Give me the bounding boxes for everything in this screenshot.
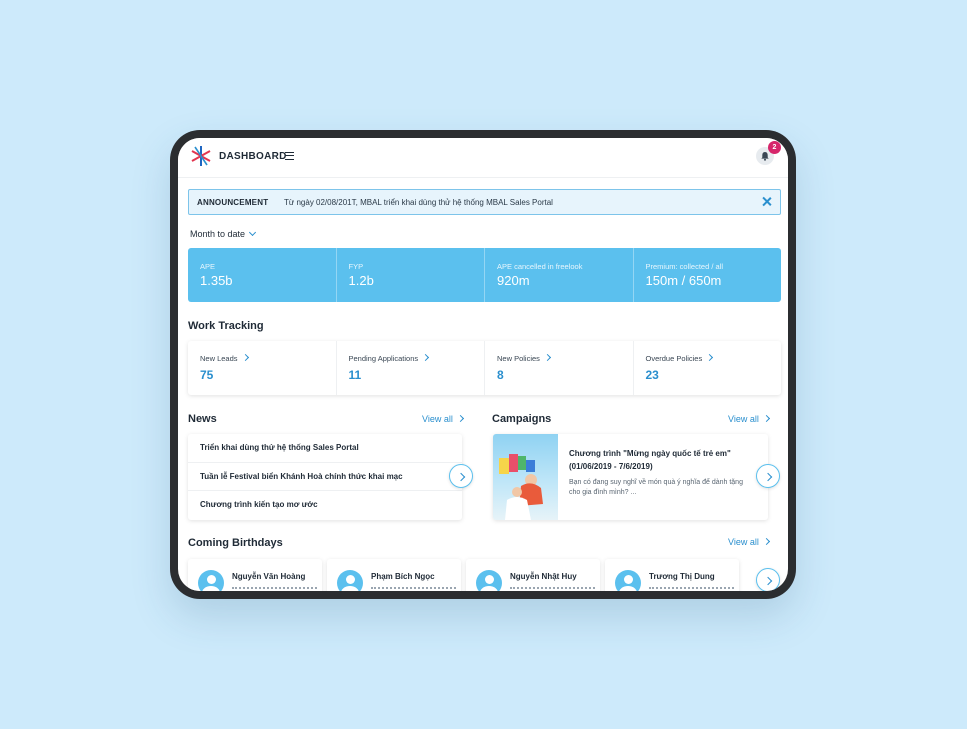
hamburger-menu-icon[interactable]: [285, 152, 294, 160]
birthday-details-placeholder: [649, 587, 734, 591]
kpi-label: APE: [200, 262, 216, 271]
news-view-all-link[interactable]: View all: [422, 414, 464, 424]
kpi-premium: Premium: collected / all 150m / 650m: [634, 248, 782, 302]
company-logo: [191, 146, 211, 166]
birthday-name: Nguyễn Nhật Huy: [510, 572, 577, 581]
close-icon[interactable]: [761, 196, 773, 208]
birthday-details-placeholder: [371, 587, 456, 591]
track-value: 11: [348, 368, 362, 382]
avatar: [337, 570, 363, 591]
track-label: Overdue Policies: [645, 354, 703, 363]
notifications-button[interactable]: 2: [756, 141, 781, 165]
app-screen: DASHBOARD 2 ANNOUNCEMENT Từ ngày 02/08/2…: [178, 138, 788, 591]
birthday-card[interactable]: Phạm Bích Ngọc: [327, 559, 461, 591]
track-new-leads[interactable]: New Leads 75: [188, 341, 337, 395]
view-all-label: View all: [728, 414, 759, 424]
birthdays-view-all-link[interactable]: View all: [728, 537, 770, 547]
announcement-label: ANNOUNCEMENT: [197, 198, 269, 207]
birthday-details-placeholder: [510, 587, 595, 591]
view-all-label: View all: [422, 414, 453, 424]
page-title: DASHBOARD: [219, 151, 287, 162]
chevron-right-icon: [762, 414, 770, 423]
kpi-fyp: FYP 1.2b: [337, 248, 485, 302]
birthday-card[interactable]: Nguyễn Nhật Huy: [466, 559, 600, 591]
track-label-wrap: New Policies: [497, 353, 551, 363]
news-item[interactable]: Chương trình kiến tạo mơ ước: [188, 491, 462, 520]
avatar: [198, 570, 224, 591]
chevron-right-icon: [422, 353, 430, 362]
track-label-wrap: Pending Applications: [348, 353, 430, 363]
campaigns-view-all-link[interactable]: View all: [728, 414, 770, 424]
announcement-text: Từ ngày 02/08/201T, MBAL triển khai dùng…: [284, 198, 553, 207]
news-title: News: [188, 413, 217, 425]
birthday-card[interactable]: Trương Thị Dung: [605, 559, 739, 591]
track-label: Pending Applications: [348, 354, 419, 363]
kpi-value: 1.35b: [200, 273, 233, 288]
campaign-photo-illustration: [499, 454, 543, 520]
birthday-name: Phạm Bích Ngọc: [371, 572, 435, 581]
kpi-ape: APE 1.35b: [188, 248, 337, 302]
bell-icon: [761, 152, 769, 161]
chevron-right-icon: [706, 353, 714, 362]
campaigns-next-button[interactable]: [756, 464, 780, 488]
birthday-name: Nguyễn Văn Hoàng: [232, 572, 306, 581]
track-pending-applications[interactable]: Pending Applications 11: [337, 341, 485, 395]
work-tracking-panel: New Leads 75 Pending Applications 11 New…: [188, 341, 781, 395]
track-label: New Leads: [200, 354, 238, 363]
track-label-wrap: Overdue Policies: [645, 353, 714, 363]
top-bar: DASHBOARD 2: [178, 138, 788, 178]
campaigns-title: Campaigns: [492, 413, 552, 425]
tablet-frame: DASHBOARD 2 ANNOUNCEMENT Từ ngày 02/08/2…: [170, 130, 796, 599]
avatar: [615, 570, 641, 591]
track-value: 8: [497, 368, 504, 382]
track-overdue-policies[interactable]: Overdue Policies 23: [634, 341, 782, 395]
news-next-button[interactable]: [449, 464, 473, 488]
kpi-label: Premium: collected / all: [645, 262, 724, 271]
track-new-policies[interactable]: New Policies 8: [485, 341, 634, 395]
chevron-right-icon: [762, 537, 770, 546]
news-item[interactable]: Tuần lễ Festival biển Khánh Hoà chính th…: [188, 463, 462, 492]
birthday-details-placeholder: [232, 587, 317, 591]
view-all-label: View all: [728, 537, 759, 547]
notification-count-badge: 2: [768, 141, 781, 154]
birthday-name: Trương Thị Dung: [649, 572, 715, 581]
kpi-summary: APE 1.35b FYP 1.2b APE cancelled in free…: [188, 248, 781, 302]
kpi-label: APE cancelled in freelook: [497, 262, 583, 271]
campaign-image: [493, 434, 558, 520]
work-tracking-title: Work Tracking: [188, 320, 264, 332]
track-value: 23: [645, 368, 659, 382]
birthday-card[interactable]: Nguyễn Văn Hoàng: [188, 559, 322, 591]
chevron-right-icon: [241, 353, 249, 362]
birthday-list: Nguyễn Văn Hoàng Phạm Bích Ngọc Nguyễn N…: [188, 559, 788, 591]
campaign-title: Chương trình "Mừng ngày quốc tế trẻ em" …: [569, 449, 731, 471]
track-label-wrap: New Leads: [200, 353, 249, 363]
track-label: New Policies: [497, 354, 540, 363]
news-item[interactable]: Triển khai dùng thử hệ thống Sales Porta…: [188, 434, 462, 463]
kpi-ape-cancelled: APE cancelled in freelook 920m: [485, 248, 634, 302]
news-list: Triển khai dùng thử hệ thống Sales Porta…: [188, 434, 462, 520]
kpi-label: FYP: [348, 262, 364, 271]
chevron-right-icon: [456, 414, 464, 423]
chevron-right-icon: [543, 353, 551, 362]
kpi-value: 1.2b: [348, 273, 374, 288]
campaign-description: Bạn có đang suy nghĩ về món quà ý nghĩa …: [569, 479, 743, 496]
birthdays-title: Coming Birthdays: [188, 537, 283, 549]
kpi-value: 150m / 650m: [645, 273, 722, 288]
announcement-banner: ANNOUNCEMENT Từ ngày 02/08/201T, MBAL tr…: [188, 189, 781, 215]
period-dropdown[interactable]: Month to date: [190, 228, 257, 239]
period-label: Month to date: [190, 229, 246, 239]
campaign-card[interactable]: Chương trình "Mừng ngày quốc tế trẻ em" …: [493, 434, 768, 520]
track-value: 75: [200, 368, 214, 382]
birthdays-next-button[interactable]: [756, 568, 780, 591]
chevron-down-icon: [249, 228, 257, 237]
kpi-value: 920m: [497, 273, 530, 288]
avatar: [476, 570, 502, 591]
